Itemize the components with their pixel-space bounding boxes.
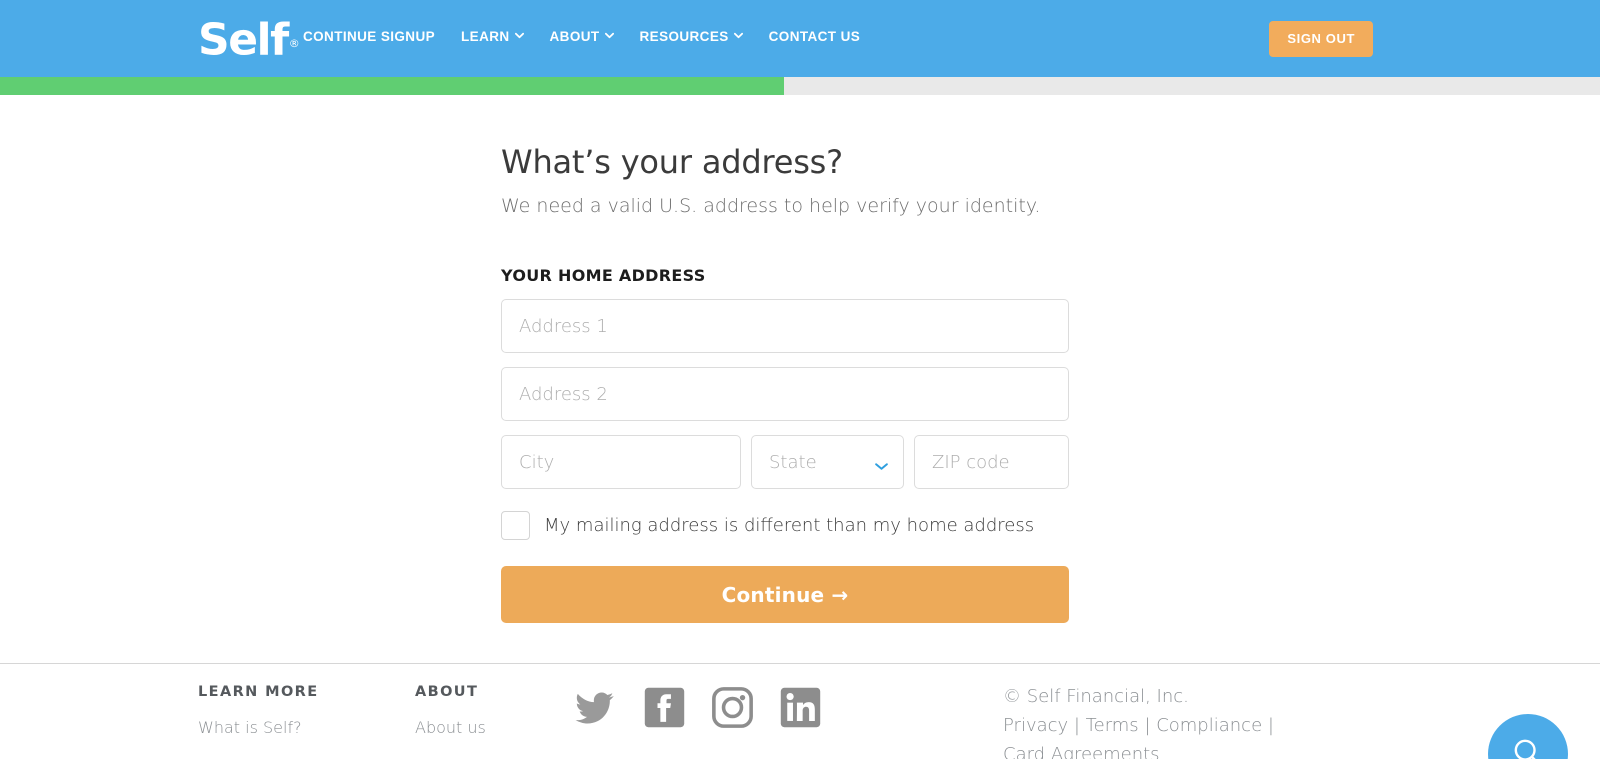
main-content: What’s your address? We need a valid U.S… <box>0 95 1600 663</box>
city-input[interactable] <box>501 435 741 489</box>
logo-text: Self <box>198 14 289 66</box>
copyright-text: © Self Financial, Inc. <box>1003 686 1189 707</box>
nav-label: RESOURCES <box>639 29 729 44</box>
site-footer: LEARN MORE What is Self? ABOUT About us … <box>0 663 1600 759</box>
mailing-address-checkbox-row: My mailing address is different than my … <box>501 511 1069 540</box>
state-select[interactable]: State <box>751 435 904 489</box>
state-select-wrapper: State <box>751 435 904 489</box>
signup-progress-bar <box>0 77 1600 95</box>
search-fab-button[interactable] <box>1488 714 1568 759</box>
linkedin-icon[interactable] <box>779 686 822 734</box>
page-title: What’s your address? <box>501 143 843 181</box>
nav-item-contact-us[interactable]: CONTACT US <box>769 29 861 44</box>
self-logo[interactable]: Self® <box>198 14 300 66</box>
footer-column-about: ABOUT About us <box>415 684 486 737</box>
footer-column-learn-more: LEARN MORE What is Self? <box>198 684 319 737</box>
chevron-down-icon <box>733 31 743 40</box>
footer-link-about-us[interactable]: About us <box>415 718 486 737</box>
continue-button[interactable]: Continue → <box>501 566 1069 623</box>
nav-item-continue-signup[interactable]: CONTINUE SIGNUP <box>303 29 435 44</box>
twitter-icon[interactable] <box>572 688 618 733</box>
nav-item-learn[interactable]: LEARN <box>461 29 524 44</box>
sign-out-button[interactable]: SIGN OUT <box>1269 21 1373 57</box>
zip-input[interactable] <box>914 435 1069 489</box>
site-header: Self® CONTINUE SIGNUP LEARN ABOUT RESOUR… <box>0 0 1600 77</box>
section-label-home-address: YOUR HOME ADDRESS <box>501 266 706 285</box>
nav-label: LEARN <box>461 29 510 44</box>
legal-links-line-1[interactable]: Privacy | Terms | Compliance | <box>1003 711 1274 740</box>
progress-fill <box>0 77 784 95</box>
nav-label: CONTINUE SIGNUP <box>303 29 436 44</box>
search-icon <box>1511 736 1545 759</box>
city-state-zip-row: State <box>501 435 1069 489</box>
nav-label: ABOUT <box>549 29 600 44</box>
facebook-icon[interactable] <box>643 686 686 734</box>
page-subtitle: We need a valid U.S. address to help ver… <box>501 195 1041 217</box>
address-form-container: What’s your address? We need a valid U.S… <box>501 143 1069 623</box>
footer-legal: © Self Financial, Inc. Privacy | Terms |… <box>1003 682 1274 759</box>
footer-column-heading: ABOUT <box>415 684 479 700</box>
legal-links-line-2[interactable]: Card Agreements <box>1003 740 1274 759</box>
continue-button-label: Continue <box>721 582 825 607</box>
nav-item-resources[interactable]: RESOURCES <box>640 29 743 44</box>
instagram-icon[interactable] <box>711 686 754 734</box>
footer-column-heading: LEARN MORE <box>198 684 319 700</box>
mailing-address-checkbox-label[interactable]: My mailing address is different than my … <box>544 515 1034 536</box>
chevron-down-icon <box>514 31 524 40</box>
nav-item-about[interactable]: ABOUT <box>550 29 614 44</box>
primary-nav: CONTINUE SIGNUP LEARN ABOUT RESOURCES CO… <box>303 29 860 44</box>
nav-label: CONTACT US <box>768 29 861 44</box>
chevron-down-icon <box>604 31 614 40</box>
arrow-right-icon: → <box>831 582 849 607</box>
address2-input[interactable] <box>501 367 1069 421</box>
registered-mark-icon: ® <box>288 37 300 50</box>
mailing-address-checkbox[interactable] <box>501 511 530 540</box>
footer-link-what-is-self[interactable]: What is Self? <box>198 718 319 737</box>
address1-input[interactable] <box>501 299 1069 353</box>
footer-social-links <box>572 686 822 734</box>
